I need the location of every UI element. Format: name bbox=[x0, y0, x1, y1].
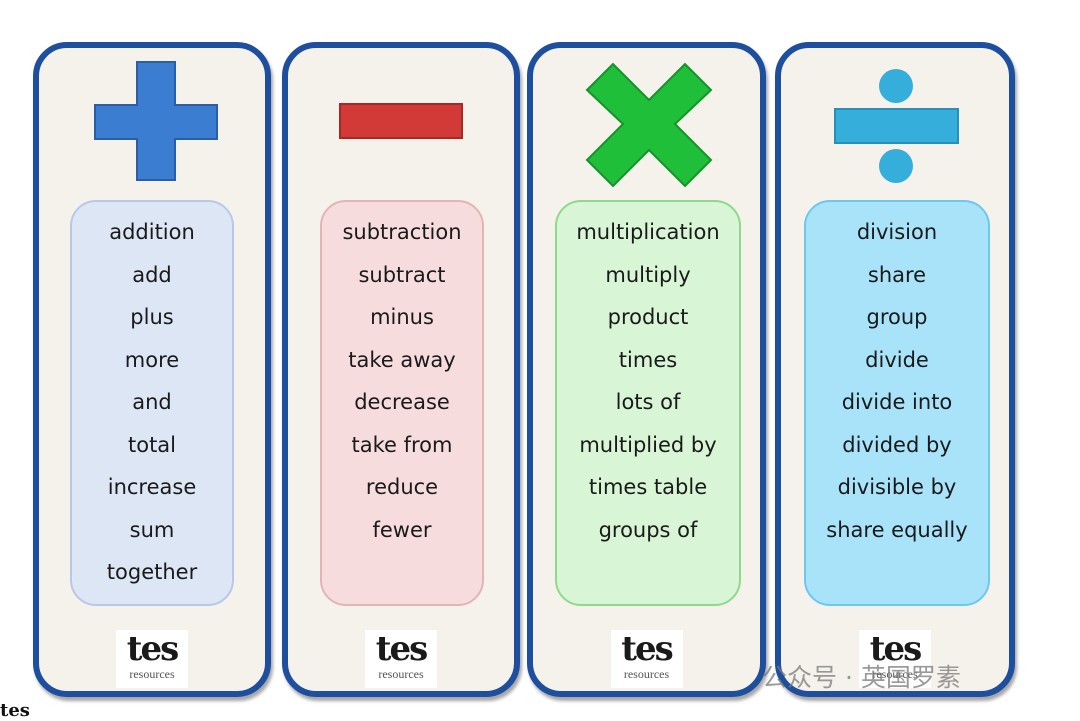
watermark: 公众号 · 英国罗素 bbox=[762, 663, 961, 692]
tes-logo: tes resources bbox=[365, 630, 437, 688]
word: division bbox=[856, 220, 938, 244]
plus-icon bbox=[94, 61, 218, 181]
word: together bbox=[106, 560, 198, 584]
word: and bbox=[132, 390, 172, 414]
word: subtract bbox=[358, 262, 446, 287]
word: divided by bbox=[842, 432, 952, 457]
word: addition bbox=[109, 220, 195, 244]
word: plus bbox=[130, 305, 174, 329]
word: reduce bbox=[365, 475, 439, 499]
divide-icon bbox=[834, 69, 959, 183]
tes-logo: tes resources bbox=[610, 630, 683, 688]
multiplication-card: multiplication multiply product times lo… bbox=[527, 42, 766, 697]
minus-icon bbox=[339, 103, 463, 139]
word: take from bbox=[351, 432, 453, 457]
word: lots of bbox=[615, 390, 681, 414]
word: multiply bbox=[605, 262, 691, 287]
word: divide bbox=[865, 347, 929, 372]
word: product bbox=[607, 305, 689, 329]
addition-card: addition add plus more and total increas… bbox=[33, 42, 271, 697]
word: multiplied by bbox=[579, 432, 717, 457]
word: take away bbox=[348, 347, 456, 372]
word: sum bbox=[129, 517, 175, 542]
word: times table bbox=[588, 475, 708, 499]
word: fewer bbox=[372, 517, 432, 542]
word: divisible by bbox=[837, 475, 957, 499]
word: minus bbox=[370, 305, 434, 329]
word: increase bbox=[107, 475, 197, 499]
word: group bbox=[866, 305, 928, 329]
tes-logo: tes resources bbox=[116, 630, 188, 688]
word: share equally bbox=[826, 517, 968, 542]
word: multiplication bbox=[576, 220, 720, 244]
word: decrease bbox=[354, 390, 450, 414]
corner-tes-logo: tes bbox=[0, 700, 30, 721]
word: times bbox=[618, 347, 678, 372]
division-word-panel: division share group divide divide into … bbox=[804, 200, 990, 606]
word: add bbox=[132, 262, 172, 287]
word: total bbox=[127, 432, 177, 457]
word: divide into bbox=[841, 390, 953, 414]
word: more bbox=[124, 347, 180, 372]
subtraction-card: subtraction subtract minus take away dec… bbox=[282, 42, 520, 697]
division-card: division share group divide divide into … bbox=[775, 42, 1015, 697]
multiplication-word-panel: multiplication multiply product times lo… bbox=[555, 200, 741, 606]
word: groups of bbox=[598, 517, 698, 542]
word: share bbox=[867, 262, 927, 287]
word: subtraction bbox=[342, 220, 462, 244]
subtraction-word-panel: subtraction subtract minus take away dec… bbox=[320, 200, 484, 606]
addition-word-panel: addition add plus more and total increas… bbox=[70, 200, 234, 606]
multiply-icon bbox=[585, 62, 713, 188]
